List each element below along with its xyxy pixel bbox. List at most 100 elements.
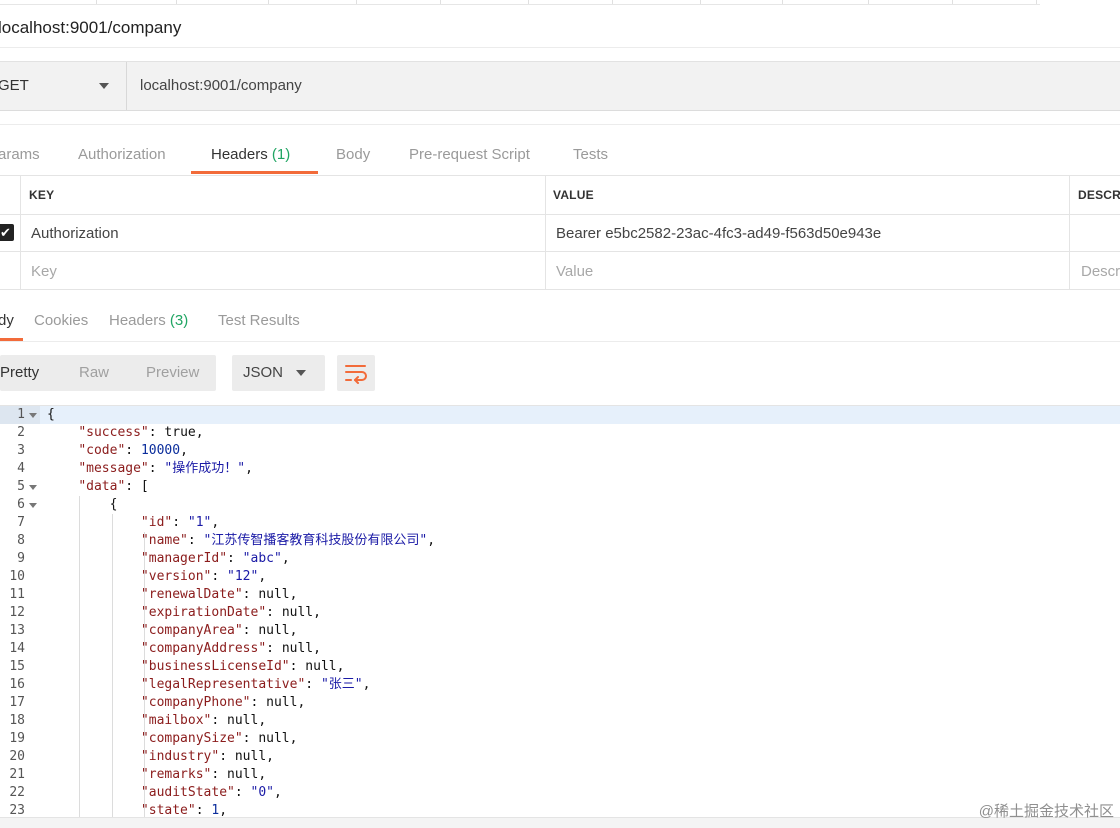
code-token: , [297,695,306,710]
code-token: "industry" [140,749,220,764]
code-token: "remarks" [140,767,212,782]
code-token: "legalRepresentative" [140,677,306,692]
code-line: "code": 10000, [47,442,188,460]
code-token: "state" [140,803,196,818]
header-enabled-checkbox[interactable]: ✔ [0,224,14,241]
line-number: 4 [17,461,25,476]
line-number: 16 [9,677,25,692]
view-preview-button[interactable]: Preview [146,364,199,381]
tab-test-results[interactable]: Test Results [218,312,300,329]
code-token: , [258,569,267,584]
line-number: 1 [17,407,25,422]
tab-response-headers[interactable]: Headers (3) [109,312,188,329]
code-token: null [266,695,298,710]
code-line: "companyArea": null, [47,622,298,640]
line-number: 5 [17,479,25,494]
code-token: , [281,551,290,566]
headers-table: KEY VALUE DESCR ✔ Authorization Bearer e… [0,175,1120,290]
code-line: "legalRepresentative": "张三", [47,676,371,694]
code-token: : [195,803,212,818]
code-token: , [273,785,282,800]
code-line: "industry": null, [47,748,274,766]
code-token: , [362,677,371,692]
tab-pre-request-script[interactable]: Pre-request Script [409,146,530,163]
code-line: "message": "操作成功！", [47,460,253,478]
method-select[interactable]: GET [0,62,127,110]
code-token: , [219,803,228,818]
response-code-viewer[interactable]: 1 {2 "success": true, 3 "code": 10000, 4 "m… [0,405,1120,818]
code-line: "companyAddress": null, [47,640,321,658]
code-token: "companyAddress" [140,641,267,656]
code-token: "version" [140,569,212,584]
code-token: , [258,767,267,782]
line-number: 15 [9,659,25,674]
code-token: : [219,749,235,764]
code-token: : [211,713,228,728]
fold-toggle-icon[interactable] [29,413,37,418]
new-key-input[interactable]: Key [31,263,57,280]
divider [1069,175,1070,290]
divider [0,124,1120,125]
code-line: { [47,406,55,424]
wrap-lines-button[interactable] [337,355,375,391]
code-token: "mailbox" [140,713,212,728]
code-token: "张三" [320,677,363,692]
tab-tests[interactable]: Tests [573,146,608,163]
view-raw-button[interactable]: Raw [79,364,109,381]
code-token: : [266,605,282,620]
code-token: { [47,497,118,512]
tab-cookies[interactable]: Cookies [34,312,88,329]
header-value-cell[interactable]: Bearer e5bc2582-23ac-4fc3-ad49-f563d50e9… [556,225,881,242]
code-token: "businessLicenseId" [140,659,290,674]
code-token: null [281,641,314,656]
tab-params[interactable]: arams [0,146,40,163]
request-title[interactable]: localhost:9001/company [0,18,181,38]
code-token: "success" [78,425,149,440]
header-key-cell[interactable]: Authorization [31,225,119,242]
code-token: "companySize" [140,731,243,746]
tab-label: Headers [109,312,166,329]
tab-body[interactable]: Body [336,146,370,163]
code-token: "message" [78,461,149,476]
tab-response-body[interactable]: dy [0,312,14,329]
tab-authorization[interactable]: Authorization [78,146,166,163]
tab-label: Tests [573,146,609,163]
tab-label: arams [0,146,40,163]
code-token: null [281,605,314,620]
code-line: "state": 1, [47,802,227,818]
code-token: : [289,659,306,674]
fold-toggle-icon[interactable] [29,503,37,508]
tab-label: dy [0,312,14,329]
code-token: , [180,443,188,458]
url-input[interactable]: localhost:9001/company [140,77,302,94]
divider [0,289,1120,290]
view-pretty-button[interactable]: Pretty [0,364,39,381]
line-number: 19 [9,731,25,746]
line-number: 22 [9,785,25,800]
tab-count: (3) [169,312,189,329]
fold-toggle-icon[interactable] [29,485,37,490]
divider [0,175,1120,176]
new-value-input[interactable]: Value [556,263,593,280]
tab-headers[interactable]: Headers (1) [211,146,290,163]
line-number: 11 [9,587,25,602]
code-token: "1" [187,515,212,530]
code-line: "auditState": "0", [47,784,282,802]
new-description-input[interactable]: Descr [1081,263,1120,280]
code-token: "操作成功！" [164,461,246,476]
line-number: 23 [9,803,25,818]
code-token: "name" [140,533,188,548]
code-line: "expirationDate": null, [47,604,321,622]
code-token: "12" [227,569,259,584]
code-token: null [234,749,267,764]
format-select[interactable]: JSON [232,355,325,391]
